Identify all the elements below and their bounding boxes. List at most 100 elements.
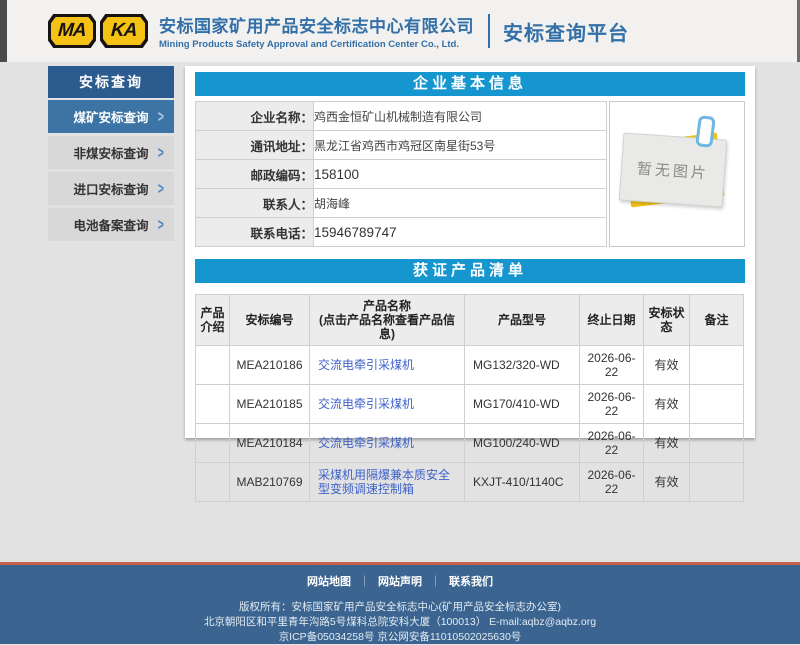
product-name-link[interactable]: 交流电牵引采煤机	[318, 358, 414, 372]
company-name-value: 鸡西金恒矿山机械制造有限公司	[314, 102, 607, 131]
company-photo-placeholder: 暂无图片	[609, 101, 745, 247]
col-product-name-note: (点击产品名称查看产品信息)	[312, 313, 462, 341]
copyright-line-2: 北京朝阳区和平里青年沟路5号煤科总院安科大厦（100013） E-mail:aq…	[0, 615, 800, 630]
table-row: 企业名称： 鸡西金恒矿山机械制造有限公司	[196, 102, 607, 131]
footer-separator: ｜	[430, 576, 441, 588]
product-name-cell: 采煤机用隔爆兼本质安全型变频调速控制箱	[310, 463, 465, 502]
table-row: MEA210185 交流电牵引采煤机 MG170/410-WD 2026-06-…	[196, 385, 744, 424]
sidebar-item-label: 电池备案查询	[73, 215, 148, 234]
sidebar-item-label: 煤矿安标查询	[73, 107, 148, 126]
org-name-en: Mining Products Safety Approval and Cert…	[159, 39, 474, 50]
product-name-link[interactable]: 交流电牵引采煤机	[318, 436, 414, 450]
company-info-table: 企业名称： 鸡西金恒矿山机械制造有限公司 通讯地址： 黑龙江省鸡西市鸡冠区南星街…	[195, 101, 607, 247]
sidebar-item-label: 进口安标查询	[73, 179, 148, 198]
logo-ma-badge: MA	[48, 14, 96, 48]
address-label: 通讯地址：	[196, 131, 314, 160]
logo-ma-text: MA	[57, 20, 86, 42]
org-name-cn: 安标国家矿用产品安全标志中心有限公司	[159, 12, 474, 37]
product-intro-cell	[196, 346, 230, 385]
status-cell: 有效	[644, 385, 690, 424]
product-intro-cell	[196, 385, 230, 424]
product-name-cell: 交流电牵引采煤机	[310, 346, 465, 385]
logo-ka-badge: KA	[100, 14, 148, 48]
phone-value: 15946789747	[314, 218, 607, 247]
postal-code-value: 158100	[314, 160, 607, 189]
chevron-right-icon: >	[158, 215, 164, 234]
address-value: 黑龙江省鸡西市鸡冠区南星街53号	[314, 131, 607, 160]
footer-link-statement[interactable]: 网站声明	[378, 576, 422, 588]
copyright-line-3: 京ICP备05034258号 京公网安备11010502025630号	[0, 630, 800, 645]
header-divider	[488, 14, 490, 48]
product-model-cell: MG132/320-WD	[465, 346, 580, 385]
footer-links: 网站地图 ｜ 网站声明 ｜ 联系我们	[0, 573, 800, 589]
end-date-cell: 2026-06-22	[580, 463, 644, 502]
footer-link-contact[interactable]: 联系我们	[449, 576, 493, 588]
sidebar-item-noncoal-query[interactable]: 非煤安标查询 >	[48, 136, 174, 169]
table-row: MAB210769 采煤机用隔爆兼本质安全型变频调速控制箱 KXJT-410/1…	[196, 463, 744, 502]
cert-number-cell: MEA210186	[230, 346, 310, 385]
site-header: MA KA 安标国家矿用产品安全标志中心有限公司 Mining Products…	[0, 0, 800, 62]
site-footer: 网站地图｜网站声明｜联系我们 版权所有：安标国家矿用产品安全标志中心(矿用产品安…	[0, 562, 800, 644]
remark-cell	[690, 424, 744, 463]
product-name-link[interactable]: 交流电牵引采煤机	[318, 397, 414, 411]
chevron-right-icon: >	[158, 107, 164, 126]
table-row: MEA210184 交流电牵引采煤机 MG100/240-WD 2026-06-…	[196, 424, 744, 463]
products-section-header: 获证产品清单	[195, 259, 745, 283]
logo-ka-text: KA	[110, 20, 137, 42]
contact-person-value: 胡海峰	[314, 189, 607, 218]
company-info-section-header: 企业基本信息	[195, 72, 745, 96]
col-product-model: 产品型号	[465, 295, 580, 346]
footer-link-sitemap[interactable]: 网站地图	[307, 576, 351, 588]
remark-cell	[690, 346, 744, 385]
table-row: 邮政编码： 158100	[196, 160, 607, 189]
col-status: 安标状态	[644, 295, 690, 346]
col-cert-number: 安标编号	[230, 295, 310, 346]
cert-number-cell: MAB210769	[230, 463, 310, 502]
end-date-cell: 2026-06-22	[580, 346, 644, 385]
no-image-text: 暂无图片	[636, 157, 709, 183]
phone-label: 联系电话：	[196, 218, 314, 247]
sidebar-item-import-query[interactable]: 进口安标查询 >	[48, 172, 174, 205]
product-model-cell: MG100/240-WD	[465, 424, 580, 463]
col-product-intro: 产品介绍	[196, 295, 230, 346]
product-model-cell: MG170/410-WD	[465, 385, 580, 424]
footer-separator: ｜	[359, 576, 370, 588]
table-row: 联系电话： 15946789747	[196, 218, 607, 247]
product-name-cell: 交流电牵引采煤机	[310, 385, 465, 424]
cert-number-cell: MEA210185	[230, 385, 310, 424]
postal-code-label: 邮政编码：	[196, 160, 314, 189]
sidebar-title: 安标查询	[48, 66, 174, 98]
product-intro-cell	[196, 424, 230, 463]
remark-cell	[690, 385, 744, 424]
site-logo[interactable]: MA KA	[48, 14, 148, 48]
col-remark: 备注	[690, 295, 744, 346]
table-header-row: 产品介绍 安标编号 产品名称 (点击产品名称查看产品信息) 产品型号 终止日期 …	[196, 295, 744, 346]
end-date-cell: 2026-06-22	[580, 385, 644, 424]
org-title-block: 安标国家矿用产品安全标志中心有限公司 Mining Products Safet…	[159, 12, 474, 50]
window-edge-left	[0, 0, 7, 62]
remark-cell	[690, 463, 744, 502]
table-row: 通讯地址： 黑龙江省鸡西市鸡冠区南星街53号	[196, 131, 607, 160]
cert-number-cell: MEA210184	[230, 424, 310, 463]
product-intro-cell	[196, 463, 230, 502]
col-product-name: 产品名称 (点击产品名称查看产品信息)	[310, 295, 465, 346]
col-end-date: 终止日期	[580, 295, 644, 346]
product-model-cell: KXJT-410/1140C	[465, 463, 580, 502]
col-product-name-title: 产品名称	[312, 299, 462, 313]
page-title: 安标查询平台	[503, 17, 629, 46]
sidebar-item-label: 非煤安标查询	[73, 143, 148, 162]
status-cell: 有效	[644, 346, 690, 385]
product-name-link[interactable]: 采煤机用隔爆兼本质安全型变频调速控制箱	[318, 468, 450, 496]
status-cell: 有效	[644, 463, 690, 502]
product-name-cell: 交流电牵引采煤机	[310, 424, 465, 463]
sidebar-item-battery-query[interactable]: 电池备案查询 >	[48, 208, 174, 241]
chevron-right-icon: >	[158, 143, 164, 162]
chevron-right-icon: >	[158, 179, 164, 198]
status-cell: 有效	[644, 424, 690, 463]
sidebar-item-coal-query[interactable]: 煤矿安标查询 >	[48, 100, 174, 133]
company-name-label: 企业名称：	[196, 102, 314, 131]
table-row: 联系人： 胡海峰	[196, 189, 607, 218]
contact-person-label: 联系人：	[196, 189, 314, 218]
main-content-panel: 企业基本信息 企业名称： 鸡西金恒矿山机械制造有限公司 通讯地址： 黑龙江省鸡西…	[185, 66, 755, 438]
products-table: 产品介绍 安标编号 产品名称 (点击产品名称查看产品信息) 产品型号 终止日期 …	[195, 294, 744, 502]
